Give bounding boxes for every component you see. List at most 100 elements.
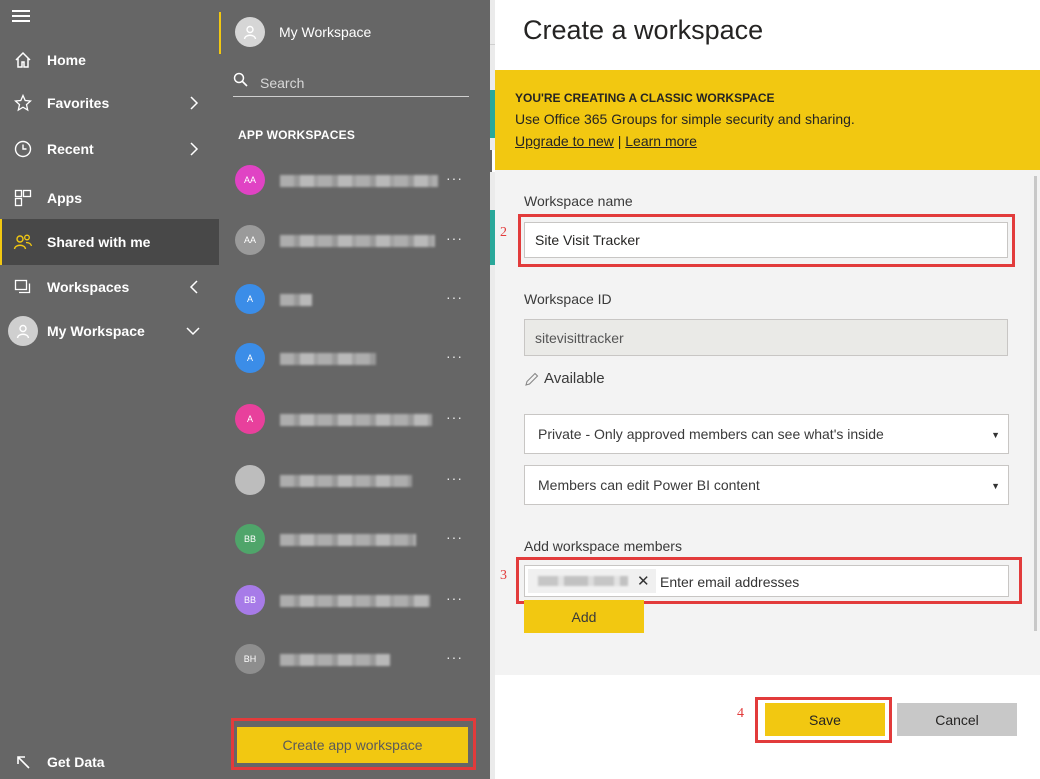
search-input[interactable] [260,73,465,93]
nav-item-home[interactable]: Home [0,38,219,82]
workspace-id-label: Workspace ID [524,291,612,307]
chevron-right-icon[interactable] [187,142,201,156]
left-navigation: Home Favorites Recent Apps Shared with m… [0,0,219,779]
step-number: 2 [500,225,507,240]
step-number: 3 [500,568,507,583]
learn-more-link[interactable]: Learn more [625,133,697,149]
banner-links: Upgrade to new | Learn more [515,133,1020,149]
workspace-name-redacted [280,235,435,247]
workspace-name-redacted [280,534,416,546]
workspace-name-redacted [280,353,376,365]
workspace-id-input[interactable] [524,319,1008,356]
permission-select[interactable]: Members can edit Power BI content ▼ [524,465,1009,505]
workspace-panel: My Workspace APP WORKSPACES AA···AA···A·… [219,0,490,779]
nav-label-favorites: Favorites [47,95,110,111]
workspace-avatar: BH [235,644,265,674]
nav-item-shared-with-me[interactable]: Shared with me [0,219,219,265]
cancel-button[interactable]: Cancel [897,703,1017,736]
user-avatar-icon [8,316,38,346]
availability-text: Available [544,370,605,387]
workspace-name-redacted [280,414,432,426]
more-options-icon[interactable]: ··· [446,170,463,186]
workspace-avatar: A [235,404,265,434]
nav-label-my-workspace: My Workspace [47,323,145,339]
permission-select-value: Members can edit Power BI content [538,477,760,493]
nav-item-workspaces[interactable]: Workspaces [0,265,219,309]
chevron-down-icon[interactable] [185,324,201,338]
workspace-name-label: Workspace name [524,193,633,209]
member-chip[interactable]: ✕ [528,569,656,593]
workspace-list-item[interactable]: ··· [219,460,490,500]
workspace-name-redacted [280,294,312,306]
email-input[interactable] [660,572,990,592]
workspace-name-redacted [280,654,390,666]
nav-label-shared-with-me: Shared with me [47,234,151,250]
star-icon [13,93,33,113]
app-workspaces-heading: APP WORKSPACES [238,128,356,142]
more-options-icon[interactable]: ··· [446,289,463,305]
members-input-box: ✕ [524,565,1009,597]
pencil-icon [525,372,539,386]
more-options-icon[interactable]: ··· [446,348,463,364]
workspace-name-redacted [280,175,438,187]
privacy-select[interactable]: Private - Only approved members can see … [524,414,1009,454]
nav-label-home: Home [47,52,86,68]
workspace-title: My Workspace [279,24,372,40]
workspace-list-item[interactable]: BH ··· [219,639,490,679]
hamburger-menu-icon[interactable] [12,10,30,22]
dropdown-caret-icon: ▼ [991,430,1000,440]
workspace-avatar: BB [235,524,265,554]
arrow-up-left-icon [13,752,33,772]
workspace-avatar: AA [235,225,265,255]
more-options-icon[interactable]: ··· [446,470,463,486]
save-button[interactable]: Save [765,703,885,736]
banner-text: Use Office 365 Groups for simple securit… [515,111,855,127]
workspace-list-item[interactable]: A ··· [219,338,490,378]
shared-icon [13,232,33,252]
nav-item-favorites[interactable]: Favorites [0,81,219,125]
more-options-icon[interactable]: ··· [446,590,463,606]
workspace-avatar: A [235,343,265,373]
chevron-right-icon[interactable] [187,96,201,110]
nav-item-apps[interactable]: Apps [0,176,219,220]
workspace-list-item[interactable]: AA ··· [219,160,490,200]
nav-item-get-data[interactable]: Get Data [0,740,219,779]
create-workspace-dialog: Create a workspace YOU'RE CREATING A CLA… [495,0,1040,779]
chevron-left-icon[interactable] [187,280,201,294]
workspace-list-item[interactable]: BB ··· [219,519,490,559]
nav-label-apps: Apps [47,190,82,206]
more-options-icon[interactable]: ··· [446,649,463,665]
workspace-list-item[interactable]: A ··· [219,279,490,319]
add-member-button[interactable]: Add [524,600,644,633]
search-icon [233,72,248,87]
clock-icon [13,139,33,159]
apps-icon [13,188,33,208]
availability-status: Available [524,370,605,387]
nav-label-get-data: Get Data [47,754,105,770]
more-options-icon[interactable]: ··· [446,529,463,545]
workspace-list-item[interactable]: AA ··· [219,220,490,260]
workspace-list-item[interactable]: A ··· [219,399,490,439]
dropdown-caret-icon: ▼ [991,481,1000,491]
nav-item-recent[interactable]: Recent [0,127,219,171]
nav-label-workspaces: Workspaces [47,279,130,295]
home-icon [13,50,33,70]
my-workspace-header[interactable]: My Workspace [235,17,371,47]
nav-label-recent: Recent [47,141,94,157]
create-app-workspace-button[interactable]: Create app workspace [237,727,468,763]
link-separator: | [617,133,622,149]
nav-item-my-workspace[interactable]: My Workspace [0,309,219,353]
dialog-title: Create a workspace [523,15,764,45]
workspace-avatar: BB [235,585,265,615]
close-icon[interactable]: ✕ [637,572,650,590]
more-options-icon[interactable]: ··· [446,230,463,246]
workspace-avatar: A [235,284,265,314]
upgrade-link[interactable]: Upgrade to new [515,133,614,149]
workspace-name-input[interactable] [524,222,1008,258]
workspace-list-item[interactable]: BB ··· [219,580,490,620]
more-options-icon[interactable]: ··· [446,409,463,425]
classic-workspace-banner: YOU'RE CREATING A CLASSIC WORKSPACE Use … [495,70,1040,170]
members-label: Add workspace members [524,538,682,554]
step-number: 4 [737,706,744,721]
scrollbar[interactable] [1034,176,1037,631]
